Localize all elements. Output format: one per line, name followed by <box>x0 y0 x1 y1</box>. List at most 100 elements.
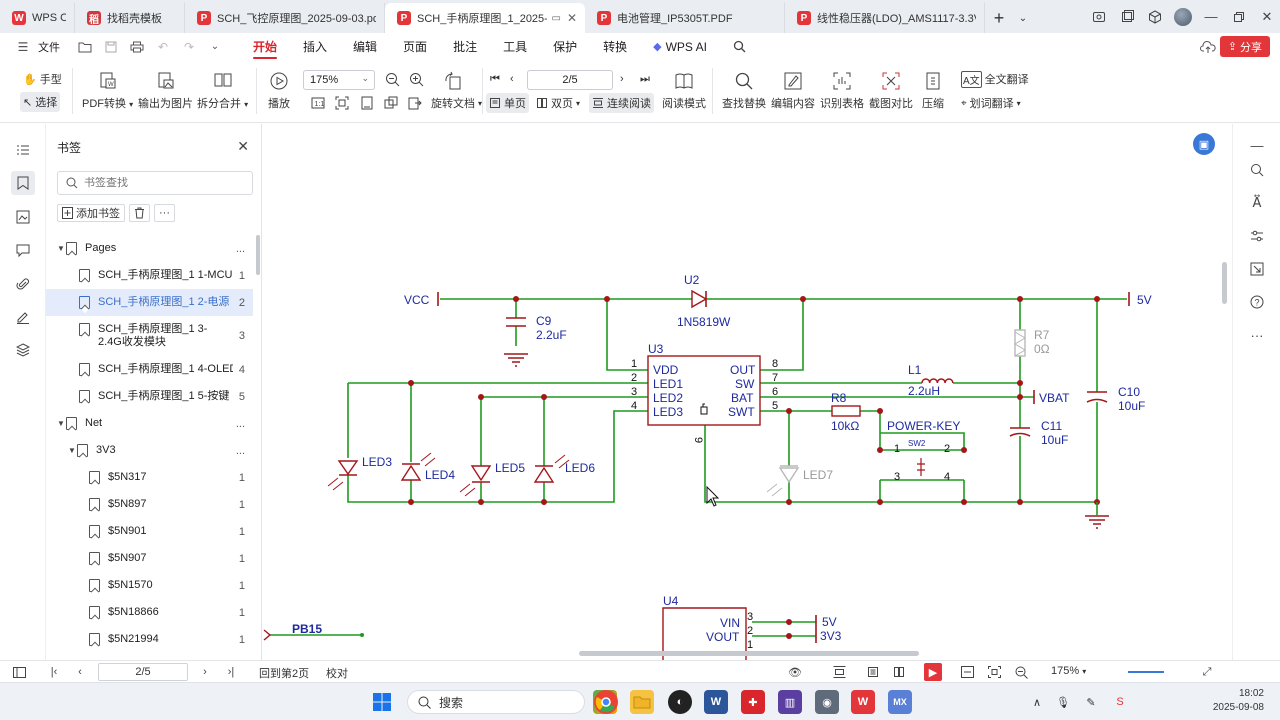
redo-icon[interactable]: ↷ <box>178 36 200 58</box>
menu-tools[interactable]: 工具 <box>490 33 540 60</box>
eye-icon[interactable]: 👁 <box>786 663 804 681</box>
tree-more[interactable]: ... <box>233 445 253 457</box>
net-item[interactable]: $5N21994 1 <box>46 626 253 653</box>
tab-flight-control-pdf[interactable]: P SCH_飞控原理图_2025-09-03.pdf <box>185 3 385 33</box>
taskbar-app-icon[interactable]: ▥ <box>778 690 802 714</box>
panel-minimize-icon[interactable]: — <box>1245 133 1269 157</box>
next-page-button[interactable]: › <box>617 69 627 89</box>
pdf-convert-button[interactable]: W PDF转换 ▾ <box>82 70 133 111</box>
vertical-scrollbar[interactable] <box>1222 262 1227 304</box>
net-item[interactable]: $5N317 1 <box>46 464 253 491</box>
tab-ldo-pdf[interactable]: P 线性稳压器(LDO)_AMS1117-3.3V.PDF <box>785 3 985 33</box>
fit-width-icon[interactable] <box>357 93 377 113</box>
taskbar-app-icon[interactable]: ◐ <box>668 690 692 714</box>
float-assistant-icon[interactable]: ▣ <box>1193 133 1215 155</box>
hand-tool-button[interactable]: ✋ 手型 <box>20 69 65 89</box>
actual-size-icon[interactable]: 1:1 <box>308 93 328 113</box>
menu-start[interactable]: 开始 <box>240 33 290 60</box>
more-options-button[interactable]: ··· <box>154 204 175 222</box>
window-layout-icon[interactable] <box>1114 4 1140 30</box>
tab-wps-home[interactable]: W WPS Office <box>0 3 75 33</box>
expand-arrow-icon[interactable]: ▼ <box>67 446 77 455</box>
adjust-icon[interactable] <box>1245 224 1269 248</box>
extract-icon[interactable] <box>405 93 425 113</box>
menu-search-icon[interactable] <box>720 33 759 60</box>
find-replace-button[interactable]: 查找替换 <box>722 70 766 111</box>
next-page-icon[interactable]: › <box>196 663 214 681</box>
expand-arrow-icon[interactable]: ▼ <box>56 244 66 253</box>
menu-page[interactable]: 页面 <box>390 33 440 60</box>
minimize-button[interactable]: — <box>1198 4 1224 30</box>
select-tool-button[interactable]: ↖ 选择 <box>20 92 61 112</box>
thumbnail-icon[interactable] <box>11 205 35 229</box>
menu-convert[interactable]: 转换 <box>590 33 640 60</box>
reading-mode-button[interactable]: 阅读模式 <box>662 70 706 111</box>
word-icon[interactable]: W <box>704 690 728 714</box>
windows-start-icon[interactable] <box>370 690 394 714</box>
hamburger-menu-icon[interactable]: ☰ <box>12 36 34 58</box>
net-item[interactable]: $5N901 1 <box>46 518 253 545</box>
wps-tray-icon[interactable]: S <box>1112 694 1128 710</box>
tab-battery-pdf[interactable]: P 电池管理_IP5305T.PDF <box>585 3 785 33</box>
zoom-out-button[interactable] <box>382 69 403 89</box>
menu-wps-ai[interactable]: ◆ WPS AI <box>640 33 720 60</box>
microphone-icon[interactable]: 🎙 <box>1055 694 1071 710</box>
tab-list-chevron-icon[interactable]: ⌄ <box>1013 3 1033 33</box>
bookmark-item-page4[interactable]: SCH_手柄原理图_1 4-OLED 4 <box>46 356 253 383</box>
play-button[interactable]: 播放 <box>268 70 290 111</box>
screenshot-icon[interactable] <box>1086 4 1112 30</box>
last-page-button[interactable]: ⏭ <box>637 69 653 89</box>
file-explorer-icon[interactable] <box>630 690 654 714</box>
net-item[interactable]: $5N18866 1 <box>46 599 253 626</box>
pen-icon[interactable]: ✎ <box>1083 694 1099 710</box>
add-bookmark-button[interactable]: 添加书签 <box>57 204 125 222</box>
cloud-upload-icon[interactable] <box>1198 37 1218 57</box>
tree-more[interactable]: ... <box>233 418 253 430</box>
taskbar-search-field[interactable]: 搜索 <box>407 690 585 714</box>
first-page-icon[interactable]: |‹ <box>45 663 63 681</box>
share-button[interactable]: ⇪ 分享 <box>1219 36 1270 57</box>
last-page-icon[interactable]: ›| <box>222 663 240 681</box>
full-translate-button[interactable]: A文 全文翻译 <box>958 69 1032 89</box>
menu-insert[interactable]: 插入 <box>290 33 340 60</box>
more-icon[interactable]: ··· <box>1245 323 1269 347</box>
taskbar-app-icon[interactable]: ✚ <box>741 690 765 714</box>
tree-group-pages[interactable]: ▼ Pages ... <box>46 235 253 262</box>
print-icon[interactable] <box>126 36 148 58</box>
menu-edit[interactable]: 编辑 <box>340 33 390 60</box>
status-zoom[interactable]: 175% ▾ <box>1051 665 1086 677</box>
double-page-button[interactable]: 双页 ▾ <box>533 93 583 113</box>
close-tab-icon[interactable]: ✕ <box>567 11 577 25</box>
new-tab-button[interactable]: + <box>985 3 1013 33</box>
crop-icon[interactable] <box>381 93 401 113</box>
outline-icon[interactable] <box>11 138 35 162</box>
play-slideshow-icon[interactable]: ▶ <box>924 663 942 681</box>
camera-icon[interactable]: ◉ <box>815 690 839 714</box>
recognize-table-button[interactable]: 识别表格 <box>820 70 864 111</box>
fit-width-icon[interactable] <box>958 663 976 681</box>
monitor-icon[interactable]: ▭ <box>551 13 560 24</box>
restore-button[interactable] <box>1226 4 1252 30</box>
menu-annotate[interactable]: 批注 <box>440 33 490 60</box>
zoom-in-button[interactable] <box>406 69 427 89</box>
delete-bookmark-button[interactable] <box>129 204 150 222</box>
translate-icon[interactable]: A⃡ <box>1245 191 1269 215</box>
tree-more[interactable]: ... <box>233 243 253 255</box>
continuous-read-button[interactable]: 连续阅读 <box>589 93 654 113</box>
close-window-button[interactable]: ✕ <box>1254 4 1280 30</box>
tray-chevron-icon[interactable]: ∧ <box>1029 694 1045 710</box>
horizontal-scrollbar[interactable] <box>579 651 919 656</box>
fit-page-icon[interactable] <box>985 663 1003 681</box>
prev-page-icon[interactable]: ‹ <box>71 663 89 681</box>
close-panel-icon[interactable]: ✕ <box>237 138 249 155</box>
attachment-icon[interactable] <box>11 272 35 296</box>
word-translate-button[interactable]: ⌖ 划词翻译 ▾ <box>958 93 1024 113</box>
rotate-doc-button[interactable]: 旋转文档 ▾ <box>428 93 485 113</box>
export-icon[interactable] <box>1245 257 1269 281</box>
proofread-button[interactable]: 校对 <box>326 665 348 681</box>
tree-group-3v3[interactable]: ▼ 3V3 ... <box>46 437 253 464</box>
single-page-button[interactable]: 单页 <box>486 93 529 113</box>
zoom-select[interactable]: 175% ⌄ <box>303 70 375 90</box>
search-icon[interactable] <box>1245 158 1269 182</box>
double-view-icon[interactable] <box>890 663 908 681</box>
